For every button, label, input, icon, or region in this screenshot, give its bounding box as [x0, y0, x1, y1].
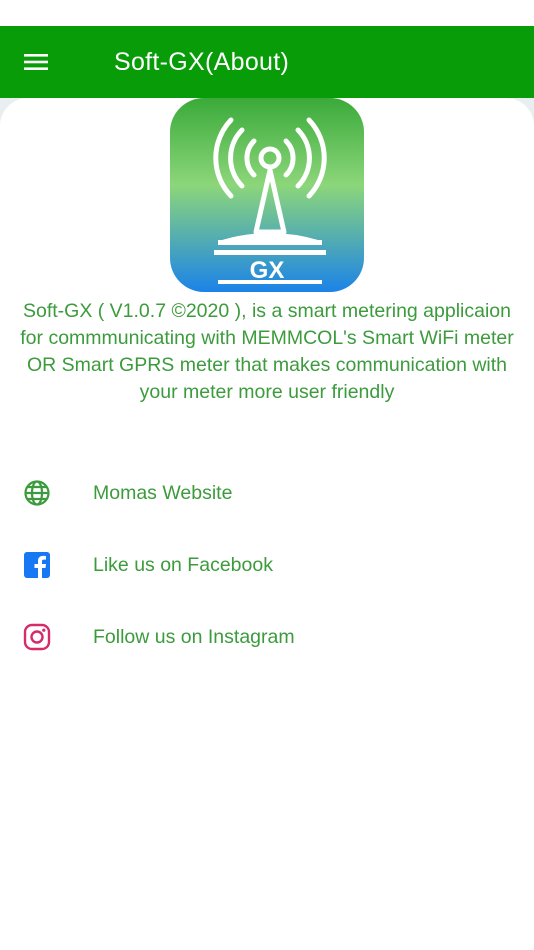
menu-button[interactable] — [16, 44, 56, 80]
facebook-icon — [22, 551, 51, 580]
about-description: Soft-GX ( V1.0.7 ©2020 ), is a smart met… — [20, 300, 514, 403]
page-title: Soft-GX(About) — [114, 48, 290, 76]
instagram-icon — [22, 623, 51, 652]
logo-text: GX — [250, 257, 285, 284]
app-logo: GX — [170, 98, 364, 292]
instagram-link[interactable]: Follow us on Instagram — [0, 607, 534, 667]
globe-icon — [22, 479, 51, 508]
website-link-label: Momas Website — [93, 481, 233, 504]
facebook-link[interactable]: Like us on Facebook — [0, 535, 534, 595]
app-bar: Soft-GX(About) — [0, 26, 534, 98]
website-link[interactable]: Momas Website — [0, 463, 534, 523]
status-bar — [0, 0, 534, 26]
facebook-link-label: Like us on Facebook — [93, 553, 273, 576]
hamburger-menu-icon — [24, 54, 48, 70]
instagram-link-label: Follow us on Instagram — [93, 625, 295, 648]
